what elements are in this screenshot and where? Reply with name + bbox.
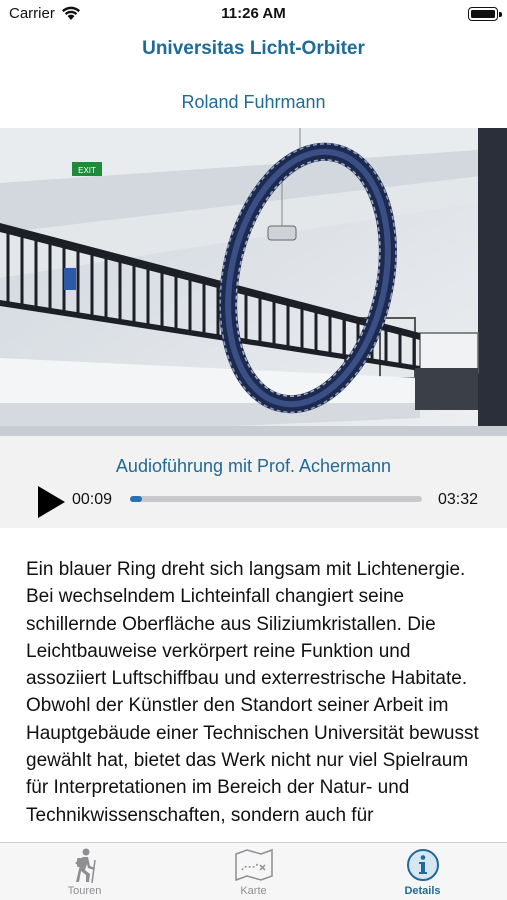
tab-label: Karte — [240, 885, 267, 897]
tab-details[interactable]: Details — [338, 843, 507, 900]
page-title: Universitas Licht-Orbiter — [142, 38, 365, 59]
tab-karte[interactable]: Karte — [169, 843, 338, 900]
tab-label: Details — [404, 885, 441, 897]
audio-title[interactable]: Audioführung mit Prof. Achermann — [0, 456, 507, 477]
info-icon — [406, 849, 439, 881]
tab-bar: Touren Karte Details — [0, 842, 507, 900]
duration: 03:32 — [437, 491, 478, 508]
hiker-icon — [74, 848, 96, 884]
current-time: 00:09 — [72, 491, 113, 508]
battery-icon — [468, 7, 502, 21]
artwork-photo: EXIT — [0, 128, 507, 436]
audio-progress-fill — [130, 496, 143, 502]
audio-progress-slider[interactable] — [130, 496, 422, 502]
artist-name: Roland Fuhrmann — [181, 92, 326, 112]
exit-sign-label: EXIT — [78, 166, 96, 175]
audio-player: Audioführung mit Prof. Achermann 00:09 0… — [0, 436, 507, 528]
status-bar: Carrier 11:26 AM — [0, 0, 507, 28]
map-icon — [234, 848, 273, 882]
tab-label: Touren — [67, 885, 102, 897]
artwork-description: Ein blauer Ring dreht sich langsam mit L… — [26, 559, 479, 826]
clock: 11:26 AM — [221, 5, 286, 22]
artwork-illustration: EXIT — [0, 128, 507, 436]
play-icon[interactable] — [38, 486, 65, 518]
tab-touren[interactable]: Touren — [0, 843, 169, 900]
